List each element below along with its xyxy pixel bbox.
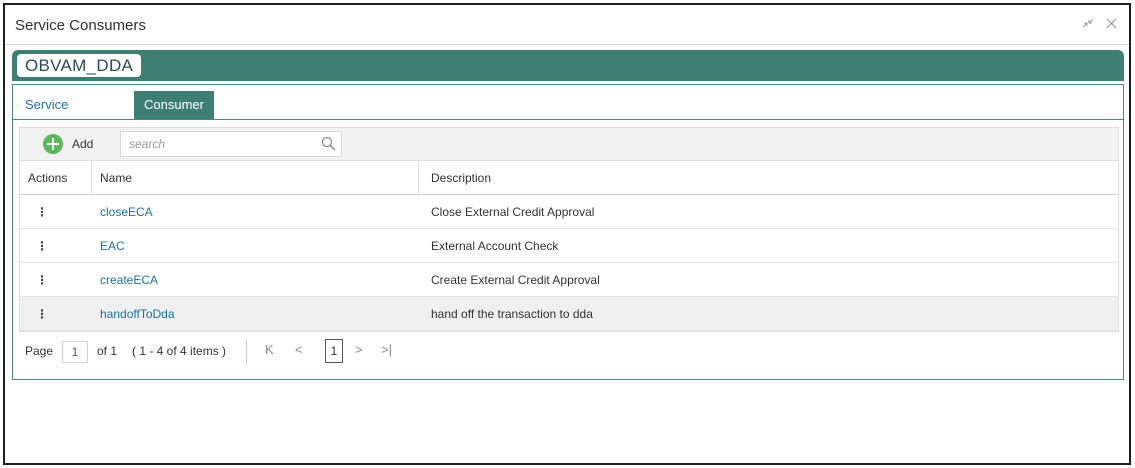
prev-page-icon[interactable]: < <box>295 342 303 357</box>
search-box <box>120 131 342 157</box>
page-label: Page <box>25 344 54 358</box>
first-page-icon[interactable]: K <box>265 342 274 357</box>
tab-service-providers[interactable]: Service Providers <box>15 91 90 140</box>
row-actions-menu-icon[interactable]: ⋮ <box>20 229 92 262</box>
row-actions-menu-icon[interactable]: ⋮ <box>20 195 92 228</box>
row-actions-menu-icon[interactable]: ⋮ <box>20 263 92 296</box>
tab-divider <box>13 119 1123 120</box>
services-table: Actions Name Description ⋮ closeECA Clos… <box>19 161 1119 332</box>
window-title: Service Consumers <box>15 17 146 34</box>
service-name-link[interactable]: createECA <box>92 263 419 296</box>
pagination-bar: Page of 1 ( 1 - 4 of 4 items ) K < 1 > >… <box>19 333 1119 369</box>
column-header-actions: Actions <box>20 161 92 194</box>
close-icon[interactable] <box>1106 17 1117 32</box>
table-row: ⋮ EAC External Account Check <box>20 229 1118 263</box>
service-description: Close External Credit Approval <box>431 205 595 219</box>
table-row: ⋮ createECA Create External Credit Appro… <box>20 263 1118 297</box>
column-header-description[interactable]: Description <box>419 161 1119 194</box>
table-header-row: Actions Name Description <box>20 161 1118 195</box>
service-name-link[interactable]: handoffToDda <box>92 297 419 330</box>
grid-toolbar: Add <box>19 127 1119 161</box>
service-name-link[interactable]: closeECA <box>92 195 419 228</box>
page-number-input[interactable] <box>62 341 88 363</box>
table-row: ⋮ handoffToDda hand off the transaction … <box>20 297 1118 331</box>
app-name-badge: OBVAM_DDA <box>17 54 142 77</box>
search-input[interactable] <box>129 132 309 156</box>
service-consumers-window: Service Consumers OBVAM_DDA Service Prov… <box>3 3 1131 465</box>
service-name-link[interactable]: EAC <box>92 229 419 262</box>
service-description: Create External Credit Approval <box>431 273 600 287</box>
last-page-icon[interactable]: >| <box>381 342 392 357</box>
add-button-label[interactable]: Add <box>72 137 93 151</box>
page-count-label: of 1 <box>97 344 118 358</box>
item-range-label: ( 1 - 4 of 4 items ) <box>132 344 227 358</box>
services-panel: Service Providers Consumer Services Add … <box>12 84 1124 380</box>
add-icon[interactable] <box>43 134 63 154</box>
app-header-bar: OBVAM_DDA <box>12 50 1124 81</box>
next-page-icon[interactable]: > <box>355 342 363 357</box>
pager-divider <box>246 339 247 365</box>
column-header-name[interactable]: Name <box>92 161 419 194</box>
window-titlebar: Service Consumers <box>5 5 1129 45</box>
collapse-icon[interactable] <box>1081 17 1095 32</box>
search-icon[interactable] <box>320 135 338 153</box>
service-description: External Account Check <box>431 239 559 253</box>
current-page-button[interactable]: 1 <box>325 339 343 363</box>
table-row: ⋮ closeECA Close External Credit Approva… <box>20 195 1118 229</box>
tab-consumer-services[interactable]: Consumer Services <box>134 91 214 140</box>
row-actions-menu-icon[interactable]: ⋮ <box>20 297 92 330</box>
service-description: hand off the transaction to dda <box>431 307 593 321</box>
